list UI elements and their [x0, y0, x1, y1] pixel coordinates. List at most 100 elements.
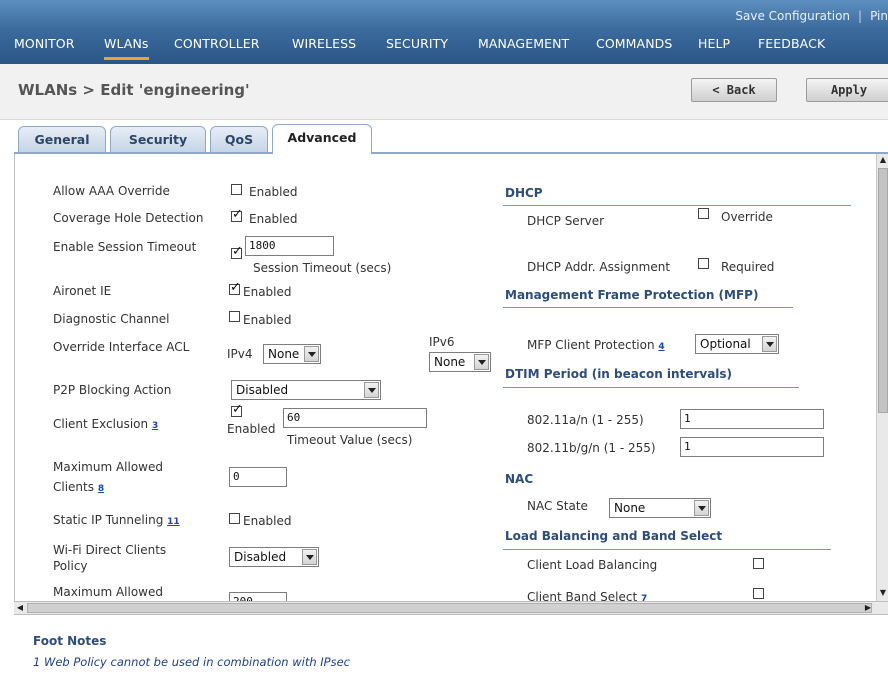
mfp-heading: Management Frame Protection (MFP) — [505, 288, 759, 302]
client-band-select-text: Client Band Select — [527, 590, 638, 601]
wifi-direct-clients-policy-label-line1: Wi-Fi Direct Clients — [53, 543, 167, 557]
coverage-hole-detection-checkbox[interactable] — [231, 207, 243, 222]
client-exclusion-timeout-units: Timeout Value (secs) — [287, 433, 413, 447]
tab-security[interactable]: Security — [110, 126, 206, 153]
diagnostic-channel-enabled-text: Enabled — [243, 313, 292, 327]
maximum-allowed-per-ap-input[interactable]: 200 — [229, 592, 287, 601]
menu-help[interactable]: HELP — [698, 36, 730, 57]
nac-state-select[interactable]: None — [609, 498, 711, 518]
apply-button[interactable]: Apply — [806, 78, 888, 102]
menu-monitor[interactable]: MONITOR — [14, 36, 75, 57]
client-exclusion-text: Client Exclusion — [53, 417, 149, 431]
nac-state-value: None — [614, 501, 646, 515]
p2p-blocking-action-value: Disabled — [236, 383, 289, 397]
ipv6-dropdown-arrow-icon[interactable] — [474, 354, 489, 370]
dtim-80211b-input[interactable]: 1 — [680, 437, 824, 457]
maximum-allowed-clients-input[interactable]: 0 — [229, 467, 287, 487]
client-exclusion-label: Client Exclusion 3 — [53, 417, 158, 431]
maximum-allowed-per-ap-label: Maximum Allowed — [53, 585, 163, 599]
title-bar: WLANs > Edit 'engineering' < Back Apply — [0, 64, 888, 120]
wifi-direct-clients-policy-select[interactable]: Disabled — [229, 547, 319, 567]
vertical-scrollbar[interactable]: ▲ ▼ — [876, 154, 888, 601]
menu-controller[interactable]: CONTROLLER — [174, 36, 260, 57]
scroll-up-arrow-icon[interactable]: ▲ — [877, 154, 888, 166]
dhcp-server-label: DHCP Server — [527, 214, 605, 228]
client-band-select-footnote-link[interactable]: 7 — [641, 594, 647, 601]
nac-state-label: NAC State — [527, 499, 588, 513]
menu-management[interactable]: MANAGEMENT — [478, 36, 569, 57]
utility-links: Save Configuration | Pin — [735, 9, 888, 23]
p2p-blocking-action-select[interactable]: Disabled — [231, 380, 381, 400]
menu-wlans[interactable]: WLANs — [104, 36, 149, 60]
menu-wireless[interactable]: WIRELESS — [292, 36, 356, 57]
back-button[interactable]: < Back — [691, 78, 777, 102]
enable-session-timeout-checkbox[interactable] — [231, 244, 243, 259]
allow-aaa-override-label: Allow AAA Override — [53, 184, 170, 198]
diagnostic-channel-checkbox[interactable] — [229, 311, 240, 322]
wifi-direct-dropdown-arrow-icon[interactable] — [302, 549, 317, 565]
mfp-dropdown-arrow-icon[interactable] — [762, 336, 777, 352]
page-title: WLANs > Edit 'engineering' — [18, 81, 250, 99]
client-exclusion-timeout-input[interactable]: 60 — [283, 408, 427, 428]
scroll-left-arrow-icon[interactable]: ◀ — [14, 602, 26, 614]
footnotes-title: Foot Notes — [33, 634, 107, 648]
maximum-allowed-clients-footnote-link[interactable]: 8 — [98, 484, 104, 494]
diagnostic-channel-label: Diagnostic Channel — [53, 312, 170, 326]
ipv4-dropdown-arrow-icon[interactable] — [304, 346, 319, 362]
mfp-client-protection-footnote-link[interactable]: 4 — [658, 342, 664, 352]
menu-commands[interactable]: COMMANDS — [596, 36, 672, 57]
menu-security[interactable]: SECURITY — [386, 36, 448, 57]
tab-advanced[interactable]: Advanced — [272, 124, 372, 154]
mfp-divider — [503, 307, 793, 308]
client-band-select-checkbox[interactable] — [753, 588, 764, 599]
dtim-heading: DTIM Period (in beacon intervals) — [505, 367, 733, 381]
p2p-dropdown-arrow-icon[interactable] — [364, 382, 379, 398]
vertical-scroll-thumb[interactable] — [878, 168, 888, 413]
ipv4-acl-select[interactable]: None — [263, 344, 321, 364]
dhcp-divider — [503, 205, 851, 206]
dhcp-addr-assignment-required-text: Required — [721, 260, 775, 274]
client-band-select-label: Client Band Select 7 — [527, 590, 647, 601]
client-exclusion-enabled-text: Enabled — [227, 422, 276, 436]
client-load-balancing-checkbox[interactable] — [753, 558, 764, 569]
static-ip-tunneling-checkbox[interactable] — [229, 513, 240, 524]
p2p-blocking-action-label: P2P Blocking Action — [53, 383, 172, 397]
static-ip-tunneling-text: Static IP Tunneling — [53, 513, 164, 527]
session-timeout-input[interactable]: 1800 — [245, 236, 334, 256]
ipv4-acl-value: None — [268, 347, 300, 361]
coverage-hole-detection-label: Coverage Hole Detection — [53, 211, 204, 225]
aironet-ie-checkbox[interactable] — [229, 280, 241, 295]
static-ip-tunneling-footnote-link[interactable]: 11 — [167, 517, 180, 527]
dhcp-addr-assignment-checkbox[interactable] — [698, 258, 709, 269]
allow-aaa-override-enabled-text: Enabled — [249, 185, 298, 199]
menu-feedback[interactable]: FEEDBACK — [758, 36, 825, 57]
allow-aaa-override-checkbox[interactable] — [231, 184, 242, 195]
static-ip-tunneling-enabled-text: Enabled — [243, 514, 292, 528]
horizontal-scroll-thumb[interactable] — [27, 603, 872, 613]
aironet-ie-label: Aironet IE — [53, 284, 112, 298]
ping-link[interactable]: Pin — [870, 9, 888, 23]
ipv6-acl-select[interactable]: None — [429, 352, 491, 372]
save-configuration-link[interactable]: Save Configuration — [735, 9, 850, 23]
session-timeout-units: Session Timeout (secs) — [253, 261, 392, 275]
dhcp-heading: DHCP — [505, 186, 543, 200]
horizontal-scrollbar[interactable]: ◀ ▶ — [14, 601, 888, 615]
client-exclusion-footnote-link[interactable]: 3 — [152, 421, 158, 431]
aironet-ie-enabled-text: Enabled — [243, 285, 292, 299]
maximum-allowed-clients-label-line1: Maximum Allowed — [53, 460, 163, 474]
nac-heading: NAC — [505, 472, 534, 486]
client-exclusion-checkbox[interactable] — [231, 402, 243, 417]
tab-general[interactable]: General — [18, 126, 106, 153]
scroll-down-arrow-icon[interactable]: ▼ — [877, 587, 888, 599]
tab-qos[interactable]: QoS — [210, 126, 268, 153]
maximum-allowed-clients-label-line2: Clients 8 — [53, 480, 104, 494]
mfp-client-protection-select[interactable]: Optional — [695, 334, 779, 354]
dtim-divider — [503, 387, 799, 388]
nac-dropdown-arrow-icon[interactable] — [694, 500, 709, 516]
top-navigation-bar: Save Configuration | Pin MONITOR WLANs CON… — [0, 0, 888, 64]
scroll-right-arrow-icon[interactable]: ▶ — [862, 602, 874, 614]
dtim-80211a-input[interactable]: 1 — [680, 409, 824, 429]
dhcp-server-override-checkbox[interactable] — [698, 208, 709, 219]
ipv6-acl-value: None — [434, 355, 466, 369]
mfp-client-protection-text: MFP Client Protection — [527, 338, 655, 352]
